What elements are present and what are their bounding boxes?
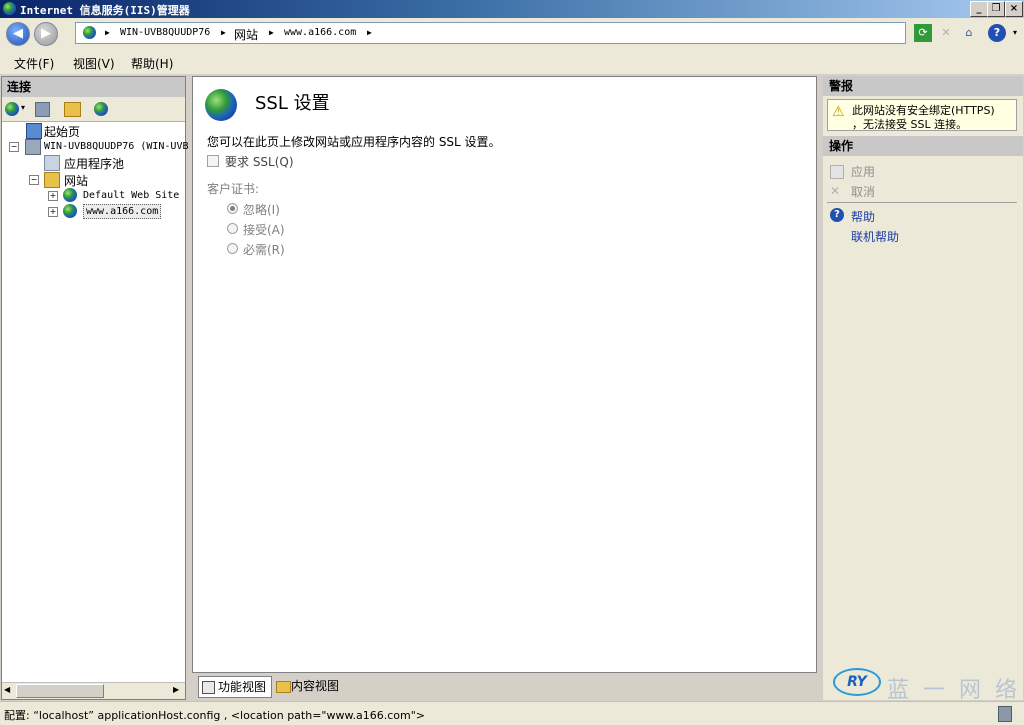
tab-content-view-label: 内容视图 [291,679,340,693]
address-bar[interactable]: ▶ WIN-UVB8QUUDP76 ▶ 网站 ▶ www.a166.com ▶ [75,22,906,44]
content-view-icon [276,681,291,693]
collapse-icon[interactable]: − [9,142,19,152]
ignore-radio[interactable] [227,203,238,214]
refresh-icon[interactable]: ⟳ [914,24,932,42]
require-ssl-label[interactable]: 要求 SSL(Q) [225,153,294,170]
connect-icon[interactable] [5,102,19,116]
title-bar: Internet 信息服务(IIS)管理器 _ ❐ × [0,0,1024,18]
watermark-text: 蓝一网络 [887,678,1024,703]
ssl-page-globe-icon [205,89,237,121]
actions-panel: 警报 ⚠ 此网站没有安全绑定(HTTPS) ，无法接受 SSL 连接。 操作 应… [823,76,1023,703]
site-globe-icon [63,204,77,218]
tree-sites[interactable]: 网站 [64,172,88,189]
connect-dropdown-icon[interactable]: ▾ [21,103,25,112]
start-page-icon [26,123,42,139]
actions-header: 操作 [823,136,1023,156]
require-radio[interactable] [227,243,238,254]
online-help-action[interactable]: 联机帮助 [851,228,899,245]
alerts-header: 警报 [823,76,1023,96]
up-folder-icon[interactable] [64,102,81,117]
status-server-icon [998,706,1012,722]
stop-icon[interactable]: ✕ [937,24,955,42]
window-title: Internet 信息服务(IIS)管理器 [20,4,190,17]
app-pool-icon [44,155,60,171]
tab-content-view[interactable]: 内容视图 [274,676,344,696]
address-separator-icon[interactable]: ▶ [221,28,226,37]
require-ssl-checkbox[interactable] [207,155,219,167]
tree-server[interactable]: WIN-UVB8QUUDP76 (WIN-UVB [44,141,189,152]
feature-page: SSL 设置 您可以在此页上修改网站或应用程序内容的 SSL 设置。 要求 SS… [192,76,817,673]
home-icon[interactable]: ⌂ [960,24,978,42]
tree-default-web-site[interactable]: Default Web Site [83,190,179,201]
restore-button[interactable]: ❐ [987,1,1005,17]
help-circle-icon: ? [830,208,844,222]
address-separator-icon[interactable]: ▶ [105,28,110,37]
save-icon[interactable] [35,102,50,117]
status-text: 配置: “localhost” applicationHost.config ,… [4,709,425,722]
forward-icon[interactable]: ▶ [34,22,58,46]
breadcrumb-site[interactable]: www.a166.com [284,27,356,38]
site-globe-icon [63,188,77,202]
page-title: SSL 设置 [255,93,330,114]
apply-action[interactable]: 应用 [851,163,875,180]
delete-connection-icon[interactable] [94,102,108,116]
accept-label[interactable]: 接受(A) [243,221,285,238]
cancel-icon: ✕ [830,184,841,198]
connections-panel: 连接 ▾ 起始页 − WIN-UVB8QUUDP76 (WIN-UVB 应用程序… [1,76,189,700]
globe-icon [83,26,96,39]
feature-view-icon [202,681,215,694]
ry-logo: RY [833,668,881,696]
connections-toolbar: ▾ [2,97,185,122]
actions-divider [827,202,1017,203]
expand-icon[interactable]: + [48,191,58,201]
help-icon[interactable]: ? [988,24,1006,42]
alert-line-2: ，无法接受 SSL 连接。 [852,118,968,131]
sites-folder-icon [44,172,60,188]
iis-app-icon [3,2,16,15]
server-icon [25,139,41,155]
radio-selected-dot [230,206,235,211]
accept-radio[interactable] [227,223,238,234]
tree-current-site[interactable]: www.a166.com [83,204,162,219]
menu-bar: 文件(F) 视图(V) 帮助(H) [0,50,1024,74]
help-dropdown-icon[interactable]: ▾ [1006,24,1024,42]
tab-feature-view[interactable]: 功能视图 [198,676,272,698]
connections-header: 连接 [2,77,185,97]
cancel-action[interactable]: 取消 [851,183,875,200]
tab-feature-view-label: 功能视图 [218,680,267,694]
expand-icon[interactable]: + [48,207,58,217]
require-label[interactable]: 必需(R) [243,241,285,258]
tree-horizontal-scrollbar[interactable]: ◀ ▶ [2,682,185,699]
ignore-label[interactable]: 忽略(I) [243,201,280,218]
scroll-thumb[interactable] [16,684,104,698]
alert-box: ⚠ 此网站没有安全绑定(HTTPS) ，无法接受 SSL 连接。 [827,99,1017,131]
help-action[interactable]: 帮助 [851,208,875,225]
status-bar: 配置: “localhost” applicationHost.config ,… [0,701,1024,725]
menu-file[interactable]: 文件(F) [14,55,54,72]
address-separator-icon[interactable]: ▶ [269,28,274,37]
close-button[interactable]: × [1005,1,1023,17]
scroll-left-icon[interactable]: ◀ [4,685,10,694]
apply-icon [830,165,844,179]
minimize-button[interactable]: _ [970,1,988,17]
breadcrumb-server[interactable]: WIN-UVB8QUUDP76 [120,27,210,38]
navigation-bar: ◀ ▶ ▶ WIN-UVB8QUUDP76 ▶ 网站 ▶ www.a166.co… [0,18,1024,50]
scroll-right-icon[interactable]: ▶ [173,685,179,694]
address-separator-icon[interactable]: ▶ [367,28,372,37]
warning-icon: ⚠ [832,104,845,120]
client-cert-label: 客户证书: [207,182,260,196]
view-tabs: 功能视图 内容视图 [192,675,817,698]
page-description: 您可以在此页上修改网站或应用程序内容的 SSL 设置。 [207,135,501,149]
tree-app-pools[interactable]: 应用程序池 [64,155,124,172]
tree-start-page[interactable]: 起始页 [44,123,80,140]
menu-help[interactable]: 帮助(H) [131,55,173,72]
breadcrumb-sites[interactable]: 网站 [234,26,258,43]
menu-view[interactable]: 视图(V) [73,55,115,72]
back-icon[interactable]: ◀ [6,22,30,46]
collapse-icon[interactable]: − [29,175,39,185]
